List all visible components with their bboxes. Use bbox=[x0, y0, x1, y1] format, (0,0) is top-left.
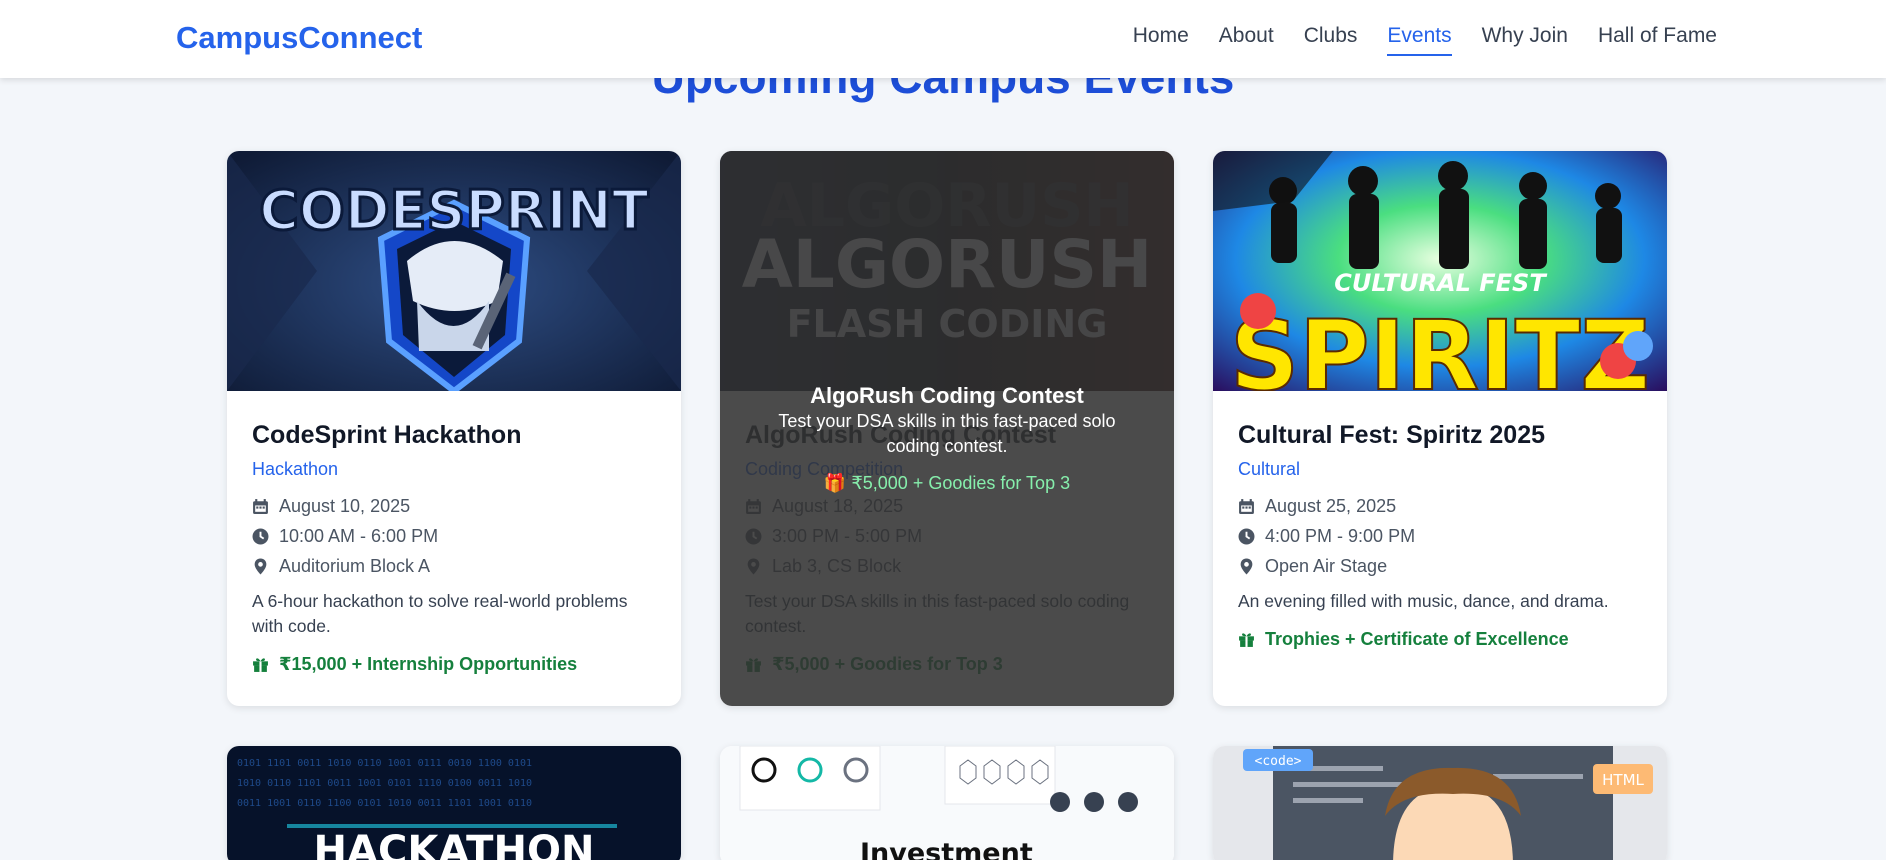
navbar: CampusConnect Home About Clubs Events Wh… bbox=[0, 0, 1886, 78]
event-title: AlgoRush Coding Contest bbox=[745, 421, 1057, 449]
event-date: August 10, 2025 bbox=[279, 495, 411, 516]
event-date: August 18, 2025 bbox=[772, 495, 904, 516]
event-location: Lab 3, CS Block bbox=[772, 555, 902, 576]
map-pin-icon bbox=[747, 558, 760, 574]
event-card-code-lower[interactable]: <code> HTML bbox=[1213, 746, 1667, 860]
event-prize-text: Trophies + Certificate of Excellence bbox=[1265, 629, 1569, 649]
banner-text: CODESPRINT bbox=[259, 179, 649, 242]
nav-link-hall-of-fame[interactable]: Hall of Fame bbox=[1598, 24, 1717, 56]
svg-text:0011 1001 0110 1100 0101 1010: 0011 1001 0110 1100 0101 1010 0011 1101 … bbox=[237, 798, 532, 809]
event-time-row: 10:00 AM - 6:00 PM bbox=[252, 521, 656, 551]
event-prize-text: ₹5,000 + Goodies for Top 3 bbox=[772, 654, 1003, 674]
event-prize-text: ₹15,000 + Internship Opportunities bbox=[279, 654, 578, 674]
event-date-row: August 25, 2025 bbox=[1238, 491, 1642, 521]
investment-banner-image: Investment bbox=[720, 746, 1174, 860]
spiritz-banner-image: CULTURAL FEST SPIRITZ bbox=[1213, 151, 1667, 391]
banner-tag-html: HTML bbox=[1602, 771, 1644, 789]
gift-icon bbox=[1239, 633, 1254, 647]
event-card-algorush[interactable]: ALGORUSH ALGORUSH FLASH CODING AlgoRush … bbox=[720, 151, 1174, 706]
map-pin-icon bbox=[1240, 558, 1253, 574]
event-time: 4:00 PM - 9:00 PM bbox=[1265, 525, 1416, 546]
clock-icon bbox=[745, 528, 762, 544]
event-title: Cultural Fest: Spiritz 2025 bbox=[1238, 421, 1546, 449]
calendar-icon bbox=[746, 498, 761, 514]
card-body: Cultural Fest: Spiritz 2025 Cultural Aug… bbox=[1213, 391, 1667, 670]
banner-text: HACKATHON bbox=[314, 828, 595, 860]
clock-icon bbox=[1238, 528, 1255, 544]
card-body: CodeSprint Hackathon Hackathon August 10… bbox=[227, 391, 681, 695]
nav-link-clubs[interactable]: Clubs bbox=[1304, 24, 1358, 56]
event-card-codesprint[interactable]: CODESPRINT CodeSprint Hackathon Hackatho… bbox=[227, 151, 681, 706]
event-time: 3:00 PM - 5:00 PM bbox=[772, 525, 923, 546]
nav-links: Home About Clubs Events Why Join Hall of… bbox=[1133, 24, 1717, 56]
event-description: Test your DSA skills in this fast-paced … bbox=[745, 591, 1130, 636]
codesprint-banner-image: CODESPRINT bbox=[227, 151, 681, 391]
event-date: August 25, 2025 bbox=[1265, 495, 1397, 516]
nav-link-about[interactable]: About bbox=[1219, 24, 1274, 56]
banner-text-main: ALGORUSH bbox=[742, 226, 1153, 303]
event-prize: Trophies + Certificate of Excellence bbox=[1238, 629, 1642, 650]
event-card-spiritz[interactable]: CULTURAL FEST SPIRITZ Cultural Fest: Spi… bbox=[1213, 151, 1667, 706]
nav-link-events[interactable]: Events bbox=[1387, 24, 1452, 56]
event-description: An evening filled with music, dance, and… bbox=[1238, 591, 1609, 611]
hackathon-banner-image: 0101 1101 0011 1010 0110 1001 0111 0010 … bbox=[227, 746, 681, 860]
card-body: AlgoRush Coding Contest Coding Competiti… bbox=[720, 391, 1174, 695]
nav-link-why-join[interactable]: Why Join bbox=[1482, 24, 1568, 56]
event-time-row: 3:00 PM - 5:00 PM bbox=[745, 521, 1149, 551]
event-date-row: August 10, 2025 bbox=[252, 491, 656, 521]
event-time-row: 4:00 PM - 9:00 PM bbox=[1238, 521, 1642, 551]
event-banner: CULTURAL FEST SPIRITZ bbox=[1213, 151, 1667, 391]
event-category: Cultural bbox=[1238, 459, 1301, 479]
algorush-banner-image: ALGORUSH ALGORUSH FLASH CODING bbox=[720, 151, 1174, 391]
event-date-row: August 18, 2025 bbox=[745, 491, 1149, 521]
brand-logo[interactable]: CampusConnect bbox=[176, 20, 422, 56]
event-banner: ALGORUSH ALGORUSH FLASH CODING bbox=[720, 151, 1174, 391]
svg-text:1010 0110 1101 0011 1001 0101: 1010 0110 1101 0011 1001 0101 1110 0100 … bbox=[237, 778, 532, 789]
gift-icon bbox=[746, 658, 761, 672]
banner-subtext: CULTURAL FEST bbox=[1334, 269, 1547, 297]
code-banner-image: <code> HTML bbox=[1213, 746, 1667, 860]
event-description: A 6-hour hackathon to solve real-world p… bbox=[252, 591, 628, 636]
svg-text:0101 1101 0011 1010 0110 1001: 0101 1101 0011 1010 0110 1001 0111 0010 … bbox=[237, 758, 532, 769]
map-pin-icon bbox=[254, 558, 267, 574]
event-card-hackathon-lower[interactable]: 0101 1101 0011 1010 0110 1001 0111 0010 … bbox=[227, 746, 681, 860]
calendar-icon bbox=[253, 498, 268, 514]
banner-text: Investment bbox=[860, 838, 1033, 860]
event-prize: ₹5,000 + Goodies for Top 3 bbox=[745, 654, 1149, 675]
event-prize: ₹15,000 + Internship Opportunities bbox=[252, 654, 656, 675]
event-location-row: Lab 3, CS Block bbox=[745, 551, 1149, 581]
event-banner: CODESPRINT bbox=[227, 151, 681, 391]
banner-text-main: SPIRITZ bbox=[1230, 300, 1650, 391]
event-time: 10:00 AM - 6:00 PM bbox=[279, 525, 439, 546]
event-category: Hackathon bbox=[252, 459, 339, 479]
event-category: Coding Competition bbox=[745, 459, 904, 479]
event-title: CodeSprint Hackathon bbox=[252, 421, 522, 449]
event-location-row: Open Air Stage bbox=[1238, 551, 1642, 581]
calendar-icon bbox=[1239, 498, 1254, 514]
banner-tag: <code> bbox=[1255, 754, 1302, 769]
event-card-investment-lower[interactable]: Investment bbox=[720, 746, 1174, 860]
event-location: Open Air Stage bbox=[1265, 555, 1388, 576]
nav-link-home[interactable]: Home bbox=[1133, 24, 1189, 56]
clock-icon bbox=[252, 528, 269, 544]
event-location: Auditorium Block A bbox=[279, 555, 431, 576]
event-location-row: Auditorium Block A bbox=[252, 551, 656, 581]
gift-icon bbox=[253, 658, 268, 672]
banner-subtext: FLASH CODING bbox=[787, 302, 1108, 346]
